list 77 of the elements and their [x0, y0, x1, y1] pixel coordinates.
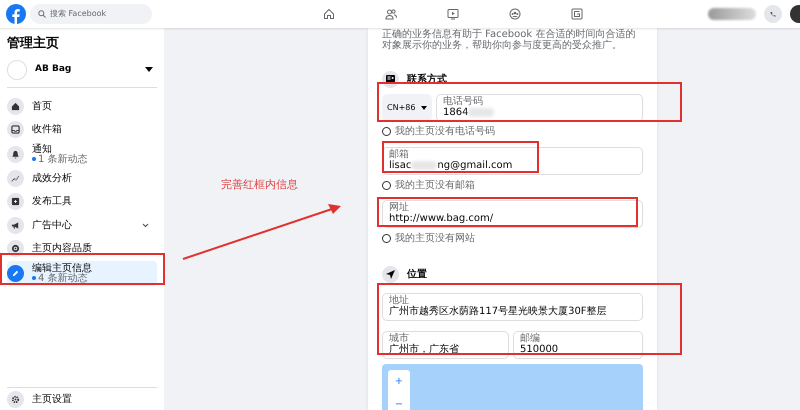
sidebar-item[interactable]: 首页: [7, 94, 157, 118]
email-field[interactable]: 邮箱 lisac ng@gmail.com: [382, 147, 643, 175]
item-label: 主页内容品质: [32, 243, 92, 254]
zoom-in-button[interactable]: +: [388, 370, 410, 393]
radio-label: 我的主页没有网站: [395, 233, 475, 244]
update-count: 1 条新动态: [32, 154, 88, 164]
search-icon: [38, 10, 46, 18]
item-label: 通知: [32, 144, 52, 154]
phone-field[interactable]: 电话号码 1864: [436, 94, 643, 122]
home-icon[interactable]: [323, 8, 335, 20]
megaphone-icon: [11, 220, 20, 230]
website-field[interactable]: 网址 http://www.bag.com/: [382, 200, 643, 228]
radio-label: 我的主页没有邮箱: [395, 180, 475, 191]
search-field[interactable]: 搜索 Facebook: [30, 4, 152, 24]
search-placeholder: 搜索 Facebook: [50, 8, 106, 20]
sidebar-item[interactable]: 收件箱: [7, 118, 157, 142]
location-arrow-icon: [386, 270, 395, 278]
field-value: http://www.bag.com/: [389, 213, 494, 225]
dropdown-icon[interactable]: [145, 67, 153, 72]
field-value: 510000: [520, 344, 560, 356]
item-label: 收件箱: [32, 124, 62, 136]
redaction-blur: [468, 108, 494, 117]
field-label: 邮编: [520, 334, 541, 344]
field-label: 网址: [389, 203, 410, 213]
chevron-down-icon[interactable]: [142, 222, 149, 228]
sidebar-item[interactable]: 编辑主页信息 4 条新动态: [7, 260, 157, 286]
field-value: lisac: [389, 160, 412, 171]
home-icon: [11, 102, 20, 111]
item-label: 编辑主页信息: [32, 262, 92, 274]
item-label: 首页: [32, 100, 52, 112]
plus-square-icon: [11, 197, 20, 206]
page-name[interactable]: AB Bag: [35, 62, 72, 76]
field-value: 广州市，广东省: [389, 344, 460, 356]
address-field[interactable]: 地址 广州市越秀区水荫路117号星光映景大厦30F整层: [382, 293, 643, 321]
update-count: 4 条新动态: [32, 274, 92, 284]
field-value: ng@gmail.com: [437, 160, 512, 171]
sidebar-title: 管理主页: [7, 34, 60, 53]
zip-field[interactable]: 邮编 510000: [513, 331, 643, 359]
sidebar-item[interactable]: 主页设置: [32, 394, 72, 404]
map-area[interactable]: + −: [382, 364, 643, 410]
sidebar-item[interactable]: 通知 1 条新动态: [7, 142, 157, 166]
caret-icon: [421, 106, 427, 110]
field-label: 城市: [389, 334, 409, 344]
intro-text: 正确的业务信息有助于 Facebook 在合适的时间向合适的对象展示你的业务，帮助你向参与度更高的受众推广。: [382, 29, 636, 51]
radio-label: 我的主页没有电话号码: [395, 126, 495, 137]
sidebar-item[interactable]: 主页内容品质: [7, 237, 157, 260]
facebook-logo[interactable]: [6, 4, 26, 24]
radio-button[interactable]: [382, 181, 391, 190]
sidebar-item[interactable]: 成效分析: [7, 166, 157, 190]
item-label: 广告中心: [32, 220, 72, 231]
field-label: 邮箱: [389, 150, 410, 160]
field-label: 电话号码: [443, 97, 484, 107]
zoom-out-button[interactable]: −: [388, 393, 410, 410]
field-value: 广州市越秀区水荫路117号星光映景大厦30F整层: [389, 306, 608, 318]
groups-icon[interactable]: [509, 8, 521, 20]
country-code-select[interactable]: CN+86: [382, 94, 432, 122]
phone-icon: [770, 11, 776, 17]
gaming-icon[interactable]: [571, 8, 583, 20]
annotation-text: 完善红框内信息: [221, 177, 298, 193]
radio-button[interactable]: [382, 127, 391, 136]
video-icon[interactable]: [447, 8, 459, 20]
sidebar-item[interactable]: 广告中心: [7, 214, 157, 237]
pencil-icon: [11, 268, 20, 278]
radio-button[interactable]: [382, 234, 391, 243]
inbox-icon: [11, 125, 20, 134]
field-value: 1864: [443, 107, 468, 118]
settings-icon: [11, 394, 20, 404]
city-field[interactable]: 城市 广州市，广东省: [382, 331, 509, 359]
chart-icon: [11, 174, 20, 183]
friends-icon[interactable]: [385, 8, 397, 20]
section-title: 位置: [407, 268, 427, 282]
field-label: 地址: [389, 296, 409, 306]
bell-icon: [11, 150, 20, 158]
item-label: 成效分析: [32, 172, 72, 184]
item-label: 发布工具: [32, 196, 72, 208]
sidebar-item[interactable]: 发布工具: [7, 190, 157, 214]
redaction-blur: [411, 160, 438, 170]
